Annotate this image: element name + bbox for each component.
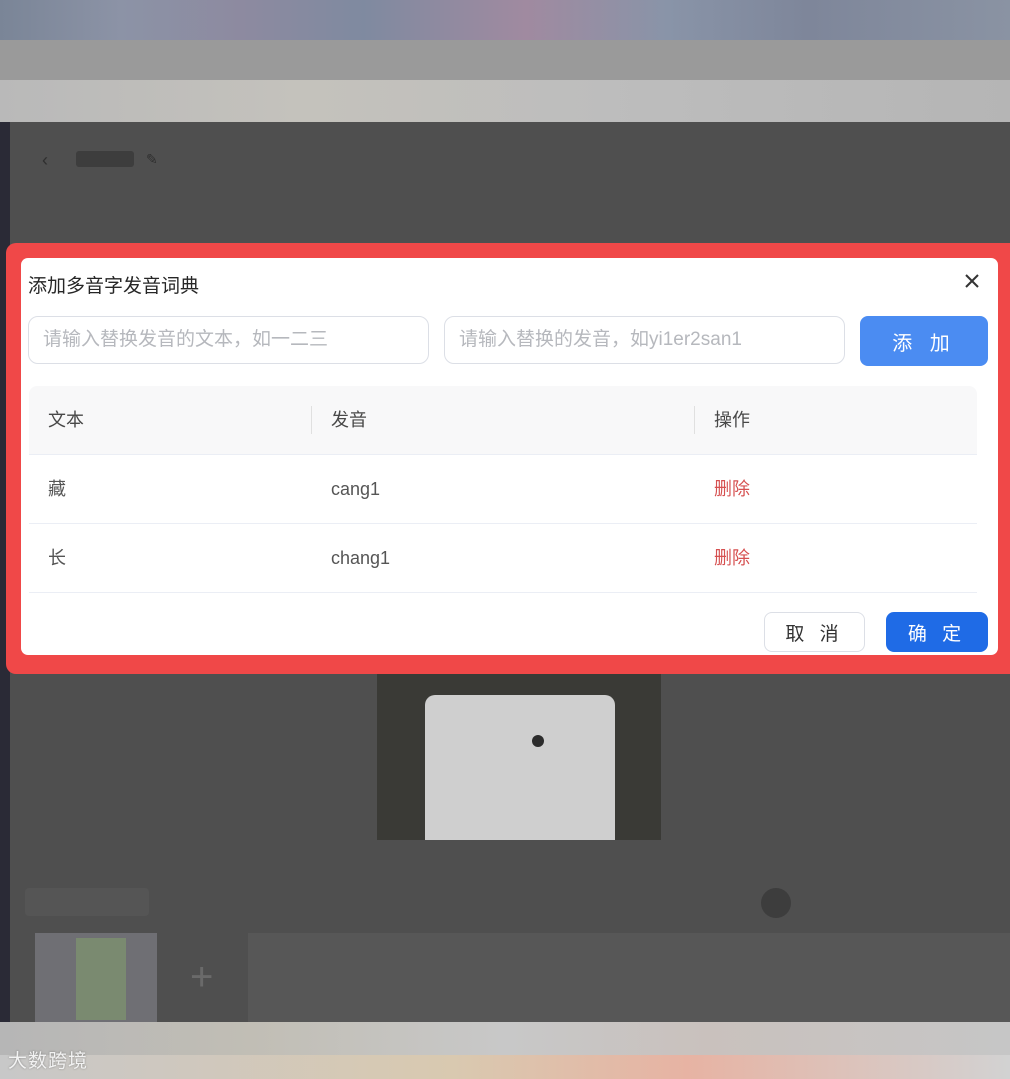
column-divider: [694, 406, 695, 434]
edit-icon[interactable]: ✎: [146, 151, 158, 168]
background-chip[interactable]: [25, 888, 149, 916]
table-row: 长 chang1 删除: [29, 524, 977, 593]
column-header-action: 操作: [714, 410, 750, 430]
add-clip-icon[interactable]: +: [190, 955, 213, 1000]
watermark-logo: 大数跨境: [8, 1046, 88, 1073]
add-button[interactable]: 添 加: [860, 316, 988, 366]
replace-pronunciation-input[interactable]: [444, 316, 845, 364]
replace-text-input[interactable]: [28, 316, 429, 364]
cell-pronunciation: chang1: [331, 548, 391, 568]
column-header-pronunciation: 发音: [331, 410, 367, 430]
column-header-text: 文本: [48, 410, 84, 430]
cancel-button[interactable]: 取 消: [764, 612, 865, 652]
background-browser-tabs: [0, 0, 1010, 40]
confirm-button[interactable]: 确 定: [886, 612, 988, 652]
background-page-title: [76, 151, 134, 167]
column-divider: [311, 406, 312, 434]
background-preview-detail: [532, 735, 544, 747]
close-icon[interactable]: [957, 266, 987, 296]
background-thumbnail-image: [76, 938, 126, 1020]
cell-pronunciation: cang1: [331, 479, 381, 499]
pronunciation-dictionary-dialog: 添加多音字发音词典 添 加 文本 发音 操作 藏 cang1 删除 长 chan…: [21, 258, 998, 655]
cell-text: 长: [48, 548, 66, 568]
watermark-text: 大数跨境: [8, 1051, 89, 1072]
background-address-bar: [0, 80, 1010, 122]
delete-link[interactable]: 删除: [714, 455, 750, 523]
background-timeline: [248, 933, 1010, 1023]
background-taskbar-strip: [0, 1055, 1010, 1079]
table-row: 藏 cang1 删除: [29, 455, 977, 524]
background-preview-subject: [425, 695, 615, 840]
play-icon[interactable]: [761, 888, 791, 918]
close-icon-glyph: [965, 274, 979, 288]
dialog-title: 添加多音字发音词典: [28, 276, 200, 297]
back-icon[interactable]: ‹: [42, 150, 48, 171]
dictionary-table: 文本 发音 操作 藏 cang1 删除 长 chang1 删除: [29, 386, 977, 593]
background-toolbar: [0, 40, 1010, 80]
table-header: 文本 发音 操作: [29, 386, 977, 455]
delete-link[interactable]: 删除: [714, 524, 750, 592]
cell-text: 藏: [48, 479, 66, 499]
